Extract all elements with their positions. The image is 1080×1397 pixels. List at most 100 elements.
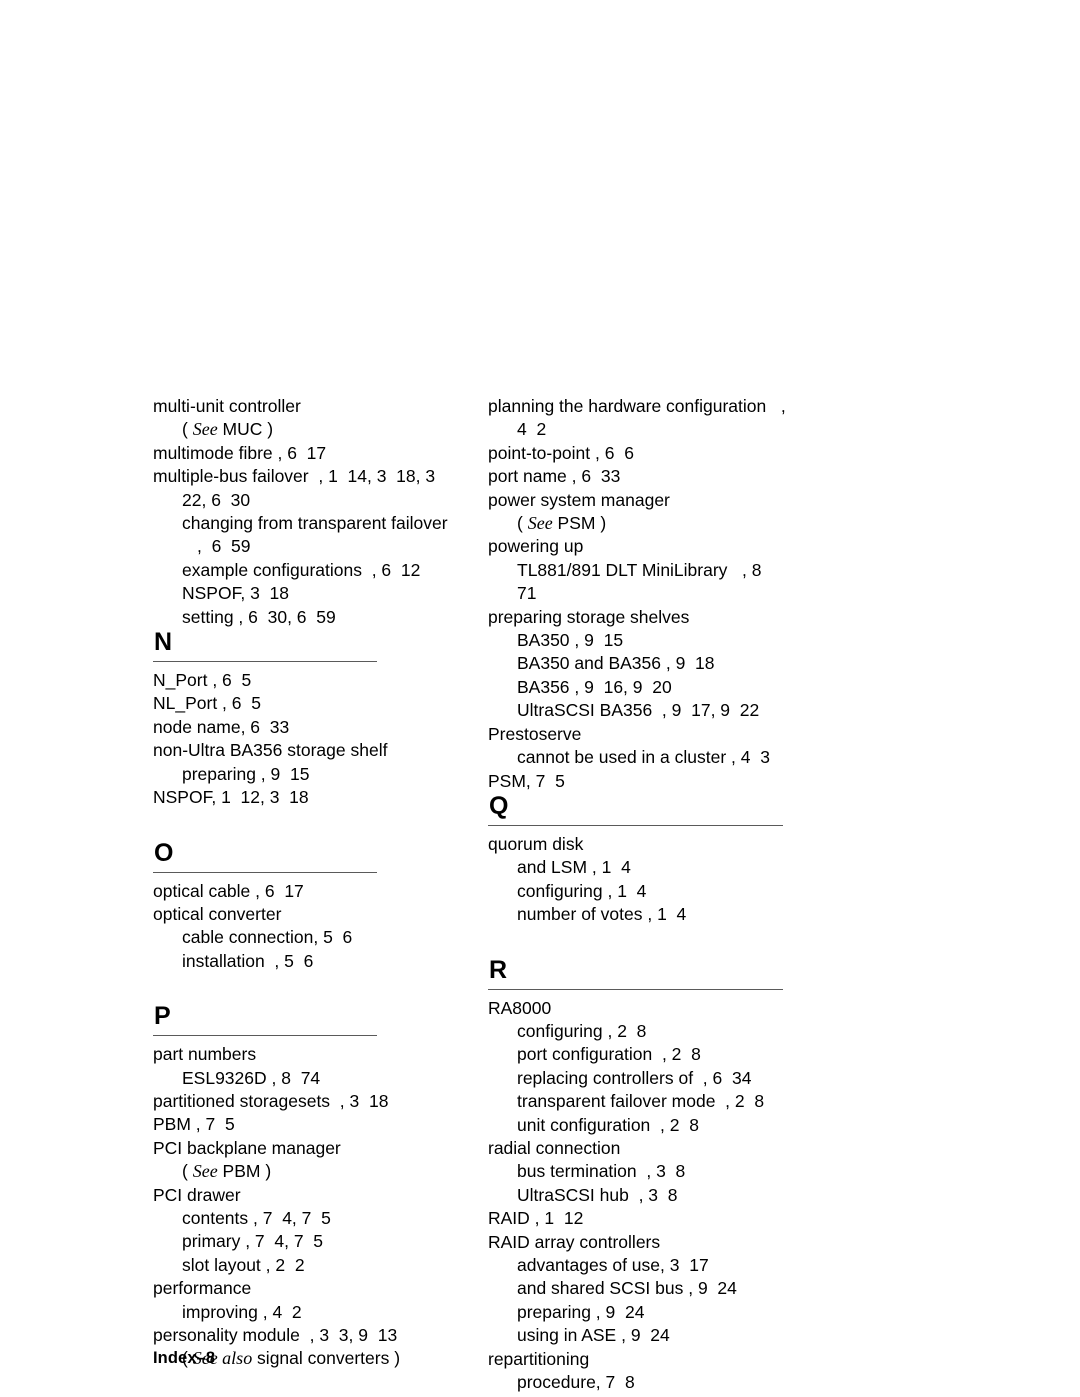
index-column-right: planning the hardware configuration , 4 … xyxy=(488,388,788,1397)
index-entry: NSPOF, 3 18 xyxy=(182,583,289,604)
index-entry: cable connection, 5 6 xyxy=(182,927,353,948)
left-continued-entries: multi-unit controller ( See MUC ) multimod… xyxy=(153,395,453,629)
index-entry: port name , 6 33 xyxy=(488,466,621,487)
section-divider xyxy=(153,1035,377,1037)
index-column-left: multi-unit controller ( See MUC ) multimod… xyxy=(153,388,453,1371)
index-entry: installation , 5 6 xyxy=(182,950,314,971)
index-entry: Prestoserve xyxy=(488,723,582,744)
index-entry: RA8000 xyxy=(488,997,552,1018)
index-entry: PSM, 7 5 xyxy=(488,770,565,791)
section-heading: P xyxy=(153,1002,453,1037)
index-entry: replacing controllers of , 6 34 xyxy=(517,1067,752,1088)
index-entry: partitioned storagesets , 3 18 xyxy=(153,1090,389,1111)
index-entry: number of votes , 1 4 xyxy=(517,904,687,925)
index-entry: RAID , 1 12 xyxy=(488,1208,584,1229)
index-entry: optical converter xyxy=(153,903,282,924)
index-entry: optical cable , 6 17 xyxy=(153,880,304,901)
index-entry: RAID array controllers xyxy=(488,1231,661,1252)
section-entries: part numbers ESL9326D , 8 74 partitioned s… xyxy=(153,1043,453,1371)
index-entry: port configuration , 2 8 xyxy=(517,1044,701,1065)
index-entry: cannot be used in a cluster , 4 3 xyxy=(517,747,770,768)
index-entry: multimode fibre , 6 17 xyxy=(153,442,327,463)
see-label: See xyxy=(527,513,553,534)
index-entry: PCI drawer xyxy=(153,1184,241,1205)
index-entry: multiple-bus failover , 1 14, 3 18, 3 22… xyxy=(153,466,445,510)
index-section-n: N N_Port , 6 5 NL_Port , 6 5 node name, 6 3… xyxy=(153,629,453,809)
index-entry: preparing storage shelves xyxy=(488,606,690,627)
see-label: See xyxy=(192,1161,218,1182)
section-heading: Q xyxy=(488,791,788,826)
index-entry: power system manager xyxy=(488,489,670,510)
section-divider xyxy=(488,988,783,990)
section-entries: quorum disk and LSM , 1 4 configuring , 1 … xyxy=(488,833,788,927)
page-footer: Index–8 xyxy=(153,1349,216,1367)
index-entry: personality module , 3 3, 9 13 xyxy=(153,1325,398,1345)
index-section-q: Qquorum disk and LSM , 1 4 configuring , 1… xyxy=(488,791,788,927)
section-divider xyxy=(153,661,377,663)
section-divider xyxy=(153,871,377,873)
index-cross-reference: ( See MUC ) xyxy=(182,419,274,440)
index-entry: changing from transparent failover , 6 5… xyxy=(182,513,463,557)
section-entries: RA8000 configuring , 2 8 port configuratio… xyxy=(488,997,788,1397)
section-letter: Q xyxy=(489,791,509,820)
index-cross-reference: ( See PSM ) xyxy=(517,513,607,534)
index-entry: NSPOF, 1 12, 3 18 xyxy=(153,787,309,808)
index-entry: improving , 4 2 xyxy=(182,1301,302,1322)
index-entry: configuring , 2 8 xyxy=(517,1020,647,1041)
section-entries: N_Port , 6 5 NL_Port , 6 5 node name, 6 33… xyxy=(153,669,453,809)
index-entry: N_Port , 6 5 xyxy=(153,670,252,691)
index-entry: contents , 7 4, 7 5 xyxy=(182,1207,331,1228)
index-entry: procedure, 7 8 xyxy=(517,1372,635,1393)
index-entry: BA350 , 9 15 xyxy=(517,630,624,651)
index-section-r: R RA8000 configuring , 2 8 port configurati… xyxy=(488,956,788,1397)
index-entry: primary , 7 4, 7 5 xyxy=(182,1231,324,1252)
index-entry: UltraSCSI BA356 , 9 17, 9 22 xyxy=(517,700,760,721)
index-entry: ESL9326D , 8 74 xyxy=(182,1067,321,1088)
section-letter: N xyxy=(154,628,173,657)
index-entry: NL_Port , 6 5 xyxy=(153,693,261,714)
section-heading: R xyxy=(488,956,788,990)
left-sections: N N_Port , 6 5 NL_Port , 6 5 node name, 6 3… xyxy=(153,629,453,1371)
index-entry: BA356 , 9 16, 9 20 xyxy=(517,676,672,697)
index-entry: radial connection xyxy=(488,1137,621,1158)
index-entry: quorum disk xyxy=(488,833,584,854)
index-entry: preparing , 9 15 xyxy=(182,763,310,784)
section-divider xyxy=(488,824,783,826)
index-entry: UltraSCSI hub , 3 8 xyxy=(517,1184,678,1205)
see-label: See xyxy=(192,419,218,440)
index-entry: performance xyxy=(153,1278,252,1299)
index-section-o: Ooptical cable , 6 17 optical converter ca… xyxy=(153,838,453,974)
index-entry: multi-unit controller xyxy=(153,396,301,416)
index-entry: PBM , 7 5 xyxy=(153,1114,235,1135)
index-entry: PCI backplane manager xyxy=(153,1137,341,1158)
index-entry: powering up xyxy=(488,536,584,557)
section-entries: optical cable , 6 17 optical converter cab… xyxy=(153,880,453,974)
section-heading: N xyxy=(153,628,453,663)
right-sections: Qquorum disk and LSM , 1 4 configuring , 1… xyxy=(488,791,788,1397)
index-entry: unit configuration , 2 8 xyxy=(517,1114,699,1135)
index-entry: example configurations , 6 12 xyxy=(182,559,421,580)
index-cross-reference: ( See PBM ) xyxy=(182,1161,272,1182)
index-entry: node name, 6 33 xyxy=(153,716,290,737)
index-entry: bus termination , 3 8 xyxy=(517,1161,686,1182)
index-entry: non-Ultra BA356 storage shelf xyxy=(153,740,388,761)
index-entry: planning the hardware configuration , 4 … xyxy=(488,396,796,440)
index-entry: repartitioning xyxy=(488,1348,590,1369)
index-entry: and shared SCSI bus , 9 24 xyxy=(517,1278,737,1299)
index-entry: using in ASE , 9 24 xyxy=(517,1325,670,1346)
index-entry: part numbers xyxy=(153,1044,257,1065)
index-entry: point-to-point , 6 6 xyxy=(488,442,634,463)
index-entry: advantages of use, 3 17 xyxy=(517,1255,709,1275)
section-letter: P xyxy=(154,1002,171,1031)
section-heading: O xyxy=(153,838,453,873)
index-entry: transparent failover mode , 2 8 xyxy=(517,1091,765,1112)
section-letter: O xyxy=(154,838,174,867)
right-continued-entries: planning the hardware configuration , 4 … xyxy=(488,395,788,793)
index-entry: preparing , 9 24 xyxy=(517,1301,645,1322)
index-page: multi-unit controller ( See MUC ) multimod… xyxy=(0,0,1080,1397)
index-entry: configuring , 1 4 xyxy=(517,880,647,901)
index-entry: and LSM , 1 4 xyxy=(517,857,631,878)
index-entry: setting , 6 30, 6 59 xyxy=(182,606,336,627)
index-entry: TL881/891 DLT MiniLibrary , 8 71 xyxy=(517,559,772,604)
index-entry: BA350 and BA356 , 9 18 xyxy=(517,653,715,674)
